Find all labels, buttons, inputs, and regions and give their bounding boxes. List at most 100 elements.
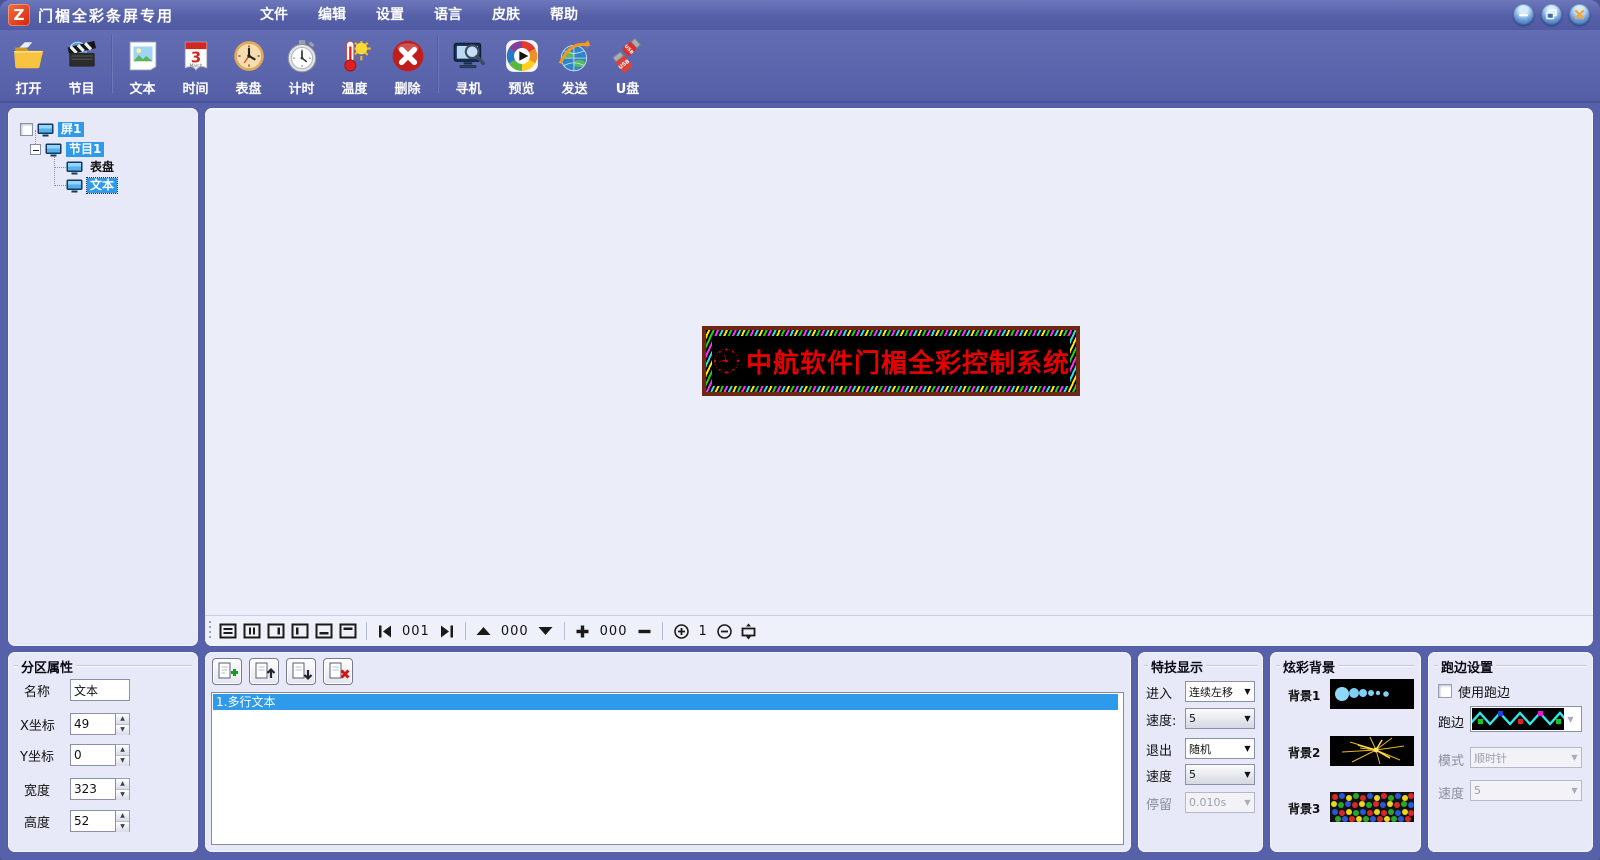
background2-label: 背景2: [1288, 744, 1320, 761]
y-coordinate-stepper[interactable]: ▲▼: [116, 744, 130, 766]
row-up-button[interactable]: [472, 620, 496, 642]
align-horizontal-button[interactable]: [216, 620, 240, 642]
tree-item-program1[interactable]: 节目1: [30, 141, 104, 158]
partition-panel-title: 分区属性: [18, 657, 76, 676]
chevron-down-icon: ▼: [1568, 786, 1581, 795]
move-item-down-button[interactable]: [286, 658, 316, 685]
exit-speed-select[interactable]: 5 ▼: [1185, 764, 1255, 785]
find-device-button[interactable]: 寻机: [442, 30, 495, 101]
delete-item-button[interactable]: [323, 658, 353, 685]
last-page-button[interactable]: [435, 620, 459, 642]
delete-button[interactable]: 删除: [381, 30, 434, 101]
minus-icon: [637, 624, 652, 639]
zoom-in-button[interactable]: [669, 620, 693, 642]
use-border-label: 使用跑边: [1458, 682, 1510, 701]
border-speed-label: 速度: [1438, 783, 1464, 802]
width-label: 宽度: [24, 780, 50, 799]
preview-canvas[interactable]: 中航软件门楣全彩控制系统 001 000 000: [205, 108, 1593, 646]
add-item-button[interactable]: [212, 658, 242, 685]
menu-settings[interactable]: 设置: [361, 0, 419, 30]
restore-button[interactable]: [1541, 4, 1562, 25]
border-mode-select: 顺时针 ▼: [1470, 747, 1582, 768]
first-page-button[interactable]: [373, 620, 397, 642]
send-button[interactable]: 发送: [548, 30, 601, 101]
text-button[interactable]: 文本: [116, 30, 169, 101]
first-page-icon: [377, 624, 393, 639]
height-stepper[interactable]: ▲▼: [116, 810, 130, 832]
svg-text:March: March: [189, 63, 202, 68]
x-coordinate-field[interactable]: [70, 713, 116, 735]
title-bar: Z 门楣全彩条屏专用 文件 编辑 设置 语言 皮肤 帮助: [0, 0, 1600, 30]
align-top-button[interactable]: [336, 620, 360, 642]
height-field[interactable]: [70, 810, 116, 832]
zoom-in-icon: [673, 623, 690, 640]
content-listbox[interactable]: 1.多行文本: [211, 692, 1124, 845]
plus-icon: [575, 624, 590, 639]
dial-button[interactable]: 表盘: [222, 30, 275, 101]
clapperboard-icon: [64, 36, 100, 76]
tree-item-text[interactable]: 文本: [66, 177, 117, 194]
chevron-down-icon: ▼: [1241, 798, 1254, 807]
list-item-multiline-text[interactable]: 1.多行文本: [213, 694, 1118, 710]
page-delete-icon: [325, 661, 351, 683]
background1-thumbnail[interactable]: [1330, 679, 1414, 709]
led-display-preview[interactable]: 中航软件门楣全彩控制系统: [702, 326, 1080, 396]
background1-label: 背景1: [1288, 687, 1320, 704]
program-button[interactable]: 节目: [55, 30, 108, 101]
increase-button[interactable]: [571, 620, 595, 642]
toolbar-grip[interactable]: [209, 621, 211, 641]
move-item-up-button[interactable]: [249, 658, 279, 685]
tree-item-screen1[interactable]: 屏1: [20, 121, 84, 138]
menu-language[interactable]: 语言: [419, 0, 477, 30]
fit-screen-button[interactable]: [737, 620, 761, 642]
background2-thumbnail[interactable]: [1330, 736, 1414, 766]
width-field[interactable]: [70, 778, 116, 800]
row-down-button[interactable]: [534, 620, 558, 642]
minimize-button[interactable]: [1513, 4, 1534, 25]
screen-tree-panel: 屏1 节目1 表盘 文本: [8, 108, 198, 646]
backgrounds-panel: 炫彩背景 背景1 背景2 背景3: [1270, 652, 1421, 852]
time-button[interactable]: 3March 时间: [169, 30, 222, 101]
zoom-out-button[interactable]: [713, 620, 737, 642]
divider: [465, 622, 466, 640]
tree-item-dial[interactable]: 表盘: [66, 159, 117, 176]
timer-button[interactable]: 计时: [275, 30, 328, 101]
usb-button[interactable]: USBUSB U盘: [601, 30, 654, 101]
menu-skin[interactable]: 皮肤: [477, 0, 535, 30]
exit-effect-select[interactable]: 随机 ▼: [1185, 738, 1255, 759]
open-button[interactable]: 打开: [2, 30, 55, 101]
border-style-select[interactable]: ▼: [1470, 706, 1582, 732]
starburst-preview: [1330, 736, 1414, 766]
decrease-button[interactable]: [632, 620, 656, 642]
align-left-button[interactable]: [288, 620, 312, 642]
backgrounds-panel-title: 炫彩背景: [1280, 657, 1338, 676]
preview-button[interactable]: 预览: [495, 30, 548, 101]
enter-speed-select[interactable]: 5 ▼: [1185, 708, 1255, 729]
led-clock-icon: [712, 335, 742, 387]
background3-thumbnail[interactable]: [1330, 792, 1414, 822]
close-button[interactable]: [1569, 4, 1590, 25]
effects-panel-title: 特技显示: [1148, 657, 1206, 676]
x-coordinate-stepper[interactable]: ▲▼: [116, 713, 130, 735]
align-vertical-button[interactable]: [240, 620, 264, 642]
align-bottom-button[interactable]: [312, 620, 336, 642]
background3-label: 背景3: [1288, 800, 1320, 817]
stopwatch-icon: [284, 36, 320, 76]
spin-down-icon: ▼: [116, 725, 129, 735]
usb-drive-icon: USBUSB: [610, 36, 646, 76]
screen1-checkbox[interactable]: [20, 123, 33, 136]
text-picture-icon: [125, 36, 161, 76]
name-field[interactable]: [70, 679, 130, 701]
collapse-expander-icon[interactable]: [30, 144, 41, 155]
menu-edit[interactable]: 编辑: [303, 0, 361, 30]
enter-effect-select[interactable]: 连续左移 ▼: [1185, 681, 1255, 702]
running-border-panel-title: 跑边设置: [1438, 657, 1496, 676]
y-coordinate-field[interactable]: [70, 744, 116, 766]
temperature-button[interactable]: 温度: [328, 30, 381, 101]
open-folder-icon: [11, 36, 47, 76]
use-border-checkbox[interactable]: [1438, 684, 1452, 698]
menu-help[interactable]: 帮助: [535, 0, 593, 30]
align-right-button[interactable]: [264, 620, 288, 642]
menu-file[interactable]: 文件: [245, 0, 303, 30]
width-stepper[interactable]: ▲▼: [116, 778, 130, 800]
